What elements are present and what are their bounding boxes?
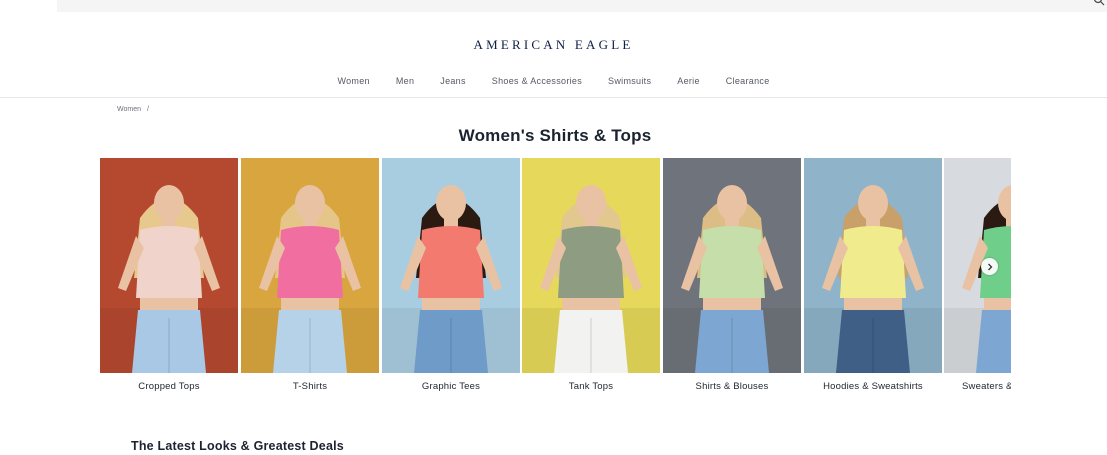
nav-item-clearance[interactable]: Clearance xyxy=(713,76,783,86)
nav-item-swimsuits[interactable]: Swimsuits xyxy=(595,76,664,86)
category-tile-shirts-blouses[interactable]: Shirts & Blouses xyxy=(663,158,801,392)
category-label[interactable]: Graphic Tees xyxy=(382,381,520,392)
section-title: The Latest Looks & Greatest Deals xyxy=(131,439,344,453)
model-photo xyxy=(663,158,801,373)
category-tile-cropped-tops[interactable]: Cropped Tops xyxy=(100,158,238,392)
breadcrumb-item-women[interactable]: Women xyxy=(117,106,141,113)
category-label[interactable]: Tank Tops xyxy=(522,381,660,392)
brand-logo[interactable]: AMERICAN EAGLE xyxy=(0,37,1107,53)
category-label[interactable]: Cropped Tops xyxy=(100,381,238,392)
category-image[interactable] xyxy=(522,158,660,373)
category-image[interactable] xyxy=(241,158,379,373)
category-image[interactable] xyxy=(663,158,801,373)
nav-item-shoes-accessories[interactable]: Shoes & Accessories xyxy=(479,76,595,86)
category-label[interactable]: T-Shirts xyxy=(241,381,379,392)
model-photo xyxy=(522,158,660,373)
category-tile-t-shirts[interactable]: T-Shirts xyxy=(241,158,379,392)
carousel-next-button[interactable] xyxy=(981,258,998,275)
category-tile-hoodies-sweatshirts[interactable]: Hoodies & Sweatshirts xyxy=(804,158,942,392)
model-photo xyxy=(382,158,520,373)
model-photo xyxy=(944,158,1011,373)
model-photo xyxy=(241,158,379,373)
model-photo xyxy=(100,158,238,373)
search-bar[interactable] xyxy=(57,0,1107,12)
nav-item-men[interactable]: Men xyxy=(383,76,427,86)
breadcrumb: Women / xyxy=(117,106,153,113)
nav-divider xyxy=(0,97,1107,98)
nav-item-aerie[interactable]: Aerie xyxy=(664,76,713,86)
category-tile-graphic-tees[interactable]: Graphic Tees xyxy=(382,158,520,392)
category-tile-sweaters-cardigans[interactable]: Sweaters & Cardigans xyxy=(944,158,1011,392)
category-image[interactable] xyxy=(804,158,942,373)
nav-item-jeans[interactable]: Jeans xyxy=(427,76,479,86)
nav-item-women[interactable]: Women xyxy=(324,76,382,86)
category-image[interactable] xyxy=(944,158,1011,373)
category-label[interactable]: Hoodies & Sweatshirts xyxy=(804,381,942,392)
category-label[interactable]: Sweaters & Cardigans xyxy=(944,381,1011,392)
model-photo xyxy=(804,158,942,373)
category-tile-tank-tops[interactable]: Tank Tops xyxy=(522,158,660,392)
breadcrumb-separator: / xyxy=(146,106,149,113)
search-icon[interactable] xyxy=(1093,0,1105,6)
category-image[interactable] xyxy=(382,158,520,373)
category-label[interactable]: Shirts & Blouses xyxy=(663,381,801,392)
category-carousel: Cropped Tops T-Shirts Graphic Tees Tank … xyxy=(100,158,1011,398)
page-title: Women's Shirts & Tops xyxy=(458,126,652,145)
chevron-right-icon xyxy=(987,263,992,270)
main-nav: Women Men Jeans Shoes & Accessories Swim… xyxy=(0,76,1107,86)
category-image[interactable] xyxy=(100,158,238,373)
